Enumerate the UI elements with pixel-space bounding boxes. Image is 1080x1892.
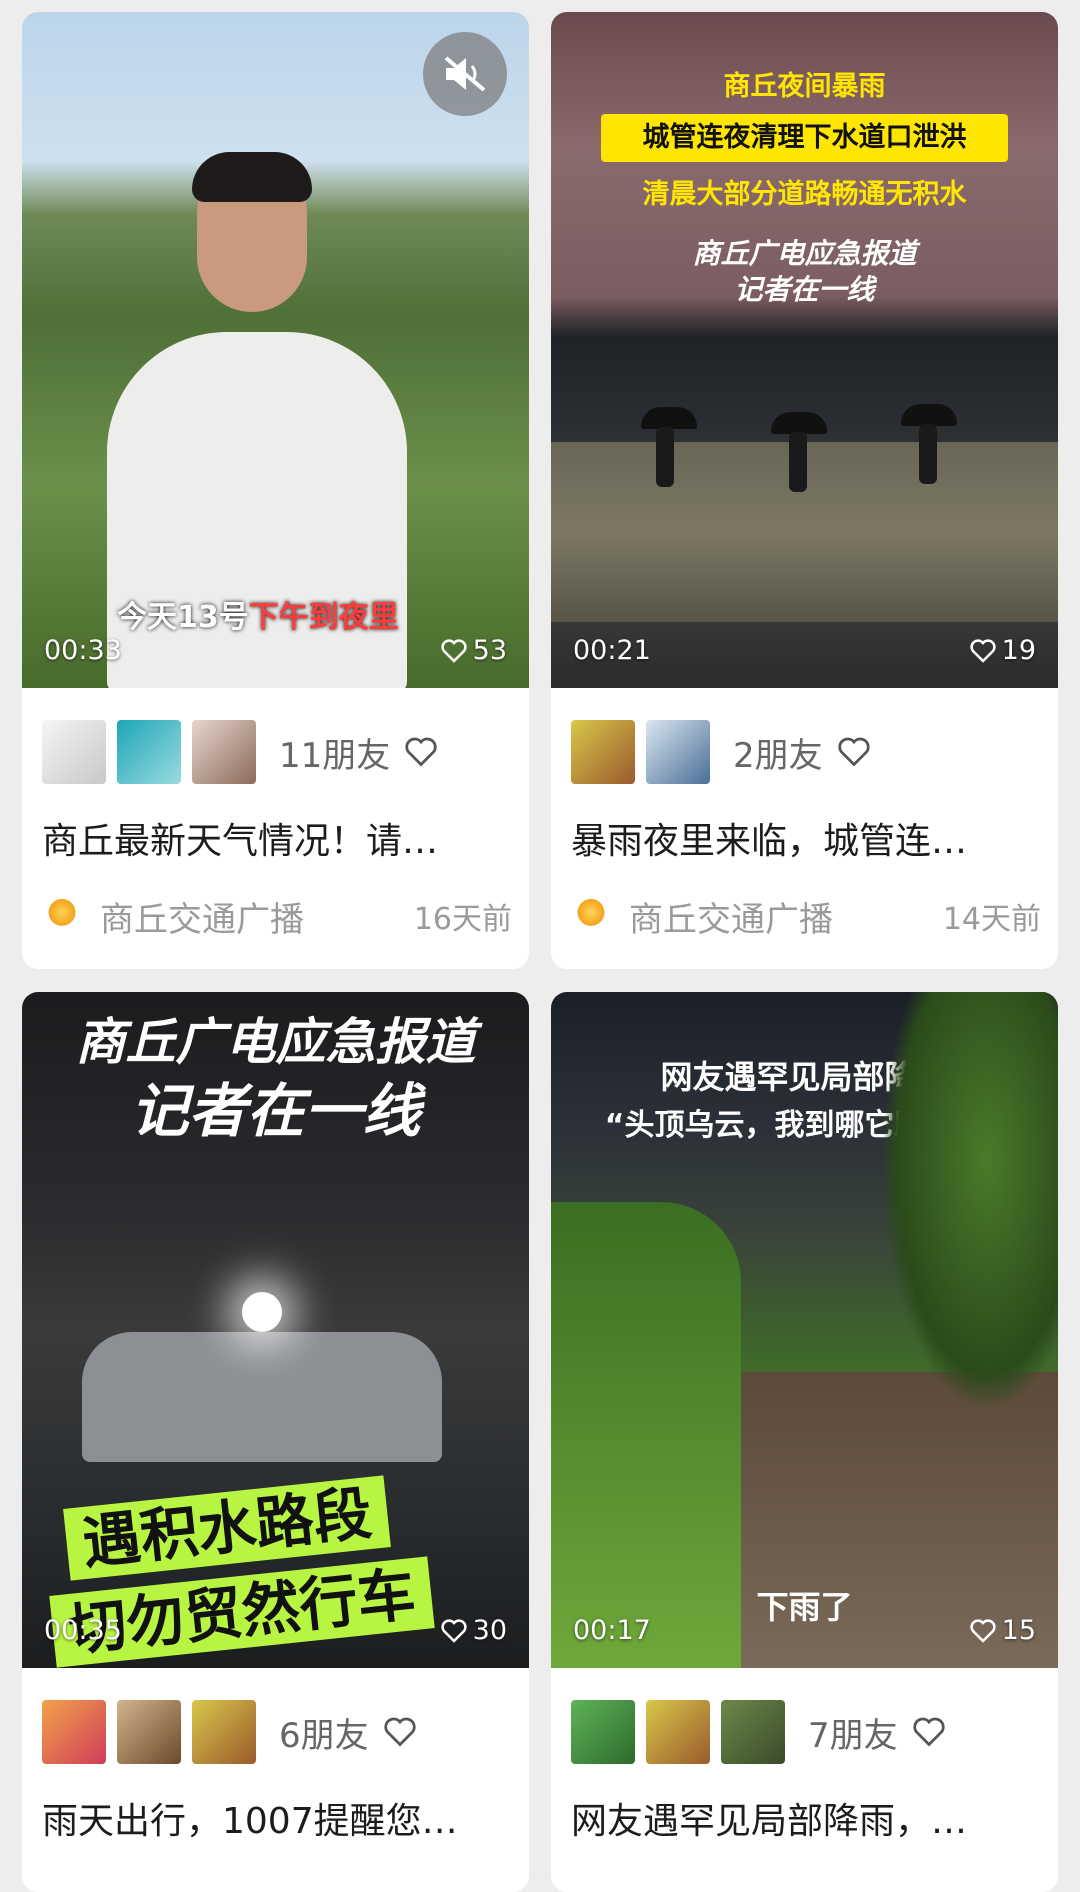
- like-count: 53: [441, 635, 507, 666]
- post-time: 16天前: [413, 902, 512, 937]
- umbrella: [771, 412, 827, 434]
- friend-avatar: [117, 1700, 181, 1764]
- video-duration: 00:17: [573, 1615, 651, 1646]
- heart-outline-icon[interactable]: [837, 737, 871, 767]
- caption-highlight: 城管连夜清理下水道口泄洪: [601, 114, 1008, 162]
- logo-text: 记者在一线: [734, 273, 875, 306]
- pedestrian: [656, 427, 674, 487]
- friend-avatar: [571, 720, 635, 784]
- logo-text: 记者在一线: [130, 1077, 421, 1145]
- source-name: 商丘交通广播: [629, 899, 833, 940]
- video-card[interactable]: 网友遇罕见局部降雨 “头顶乌云，我到哪它跟到哪” 下雨了 00:17 15 7朋…: [551, 992, 1058, 1892]
- friend-avatar: [192, 1700, 256, 1764]
- video-duration: 00:35: [44, 1615, 122, 1646]
- subtitle-white: 今天13号: [117, 600, 249, 635]
- heart-outline-icon[interactable]: [912, 1717, 946, 1747]
- video-thumbnail[interactable]: 商丘夜间暴雨 城管连夜清理下水道口泄洪 清晨大部分道路畅通无积水 商丘广电应急报…: [551, 12, 1058, 688]
- friends-count: 6朋友: [279, 1715, 369, 1756]
- video-title[interactable]: 暴雨夜里来临，城管连…: [571, 812, 1041, 864]
- friend-avatar: [192, 720, 256, 784]
- post-time: 14天前: [942, 902, 1041, 937]
- video-feed-grid: 今天13号下午到夜里 00:33 53 11朋友 商丘最新天气情况！请… 商丘交…: [0, 0, 1080, 1892]
- video-thumbnail[interactable]: 今天13号下午到夜里 00:33 53: [22, 12, 529, 688]
- friend-avatar: [42, 720, 106, 784]
- video-duration: 00:33: [44, 635, 122, 666]
- heart-outline-icon: [441, 638, 467, 663]
- video-title[interactable]: 网友遇罕见局部降雨，…: [571, 1792, 1041, 1844]
- friend-avatar: [646, 720, 710, 784]
- flooded-car: [82, 1332, 442, 1462]
- heart-outline-icon[interactable]: [404, 737, 438, 767]
- video-thumbnail[interactable]: 网友遇罕见局部降雨 “头顶乌云，我到哪它跟到哪” 下雨了 00:17 15: [551, 992, 1058, 1668]
- caption-line: 清晨大部分道路畅通无积水: [642, 179, 967, 210]
- subtitle-red: 下午到夜里: [248, 600, 399, 635]
- friend-avatar: [117, 720, 181, 784]
- like-count-value: 30: [472, 1615, 507, 1646]
- friends-count: 11朋友: [279, 735, 391, 776]
- subtitle-caption: 今天13号下午到夜里: [117, 592, 399, 636]
- friend-avatar: [571, 1700, 635, 1764]
- video-thumbnail[interactable]: 商丘广电应急报道 记者在一线 遇积水路段 切勿贸然行车 00:35 30: [22, 992, 529, 1668]
- friend-avatar: [646, 1700, 710, 1764]
- friends-row[interactable]: 2朋友: [571, 720, 871, 784]
- video-card[interactable]: 商丘广电应急报道 记者在一线 遇积水路段 切勿贸然行车 00:35 30 6朋友…: [22, 992, 529, 1892]
- heart-outline-icon: [441, 1618, 467, 1643]
- logo-text: 商丘广电应急报道: [692, 237, 917, 270]
- video-title[interactable]: 雨天出行，1007提醒您…: [42, 1792, 512, 1844]
- like-count-value: 15: [1001, 1615, 1036, 1646]
- like-count: 30: [441, 1615, 507, 1646]
- friend-avatar: [42, 1700, 106, 1764]
- friends-row[interactable]: 7朋友: [571, 1700, 946, 1764]
- like-count-value: 19: [1001, 635, 1036, 666]
- source-row[interactable]: 商丘交通广播 16天前: [42, 892, 512, 940]
- source-logo-icon: [42, 898, 82, 934]
- street-light: [242, 1292, 282, 1332]
- mute-button[interactable]: [423, 32, 507, 116]
- friends-row[interactable]: 6朋友: [42, 1700, 417, 1764]
- pedestrian: [919, 424, 937, 484]
- trees: [881, 992, 1058, 1412]
- heart-outline-icon: [970, 638, 996, 663]
- source-logo-icon: [571, 898, 611, 934]
- video-title[interactable]: 商丘最新天气情况！请…: [42, 812, 512, 864]
- friends-count: 2朋友: [733, 735, 823, 776]
- like-count: 15: [970, 1615, 1036, 1646]
- source-name: 商丘交通广播: [100, 899, 304, 940]
- video-card[interactable]: 今天13号下午到夜里 00:33 53 11朋友 商丘最新天气情况！请… 商丘交…: [22, 12, 529, 969]
- friend-avatar: [721, 1700, 785, 1764]
- caption-line: 商丘夜间暴雨: [723, 71, 886, 102]
- like-count-value: 53: [472, 635, 507, 666]
- umbrella: [641, 407, 697, 429]
- thumbnail-person-hair: [192, 152, 312, 202]
- video-duration: 00:21: [573, 635, 651, 666]
- pedestrian: [789, 432, 807, 492]
- friends-row[interactable]: 11朋友: [42, 720, 438, 784]
- speaker-muted-icon: [444, 56, 486, 92]
- heart-outline-icon[interactable]: [383, 1717, 417, 1747]
- umbrella: [901, 404, 957, 426]
- friends-count: 7朋友: [808, 1715, 898, 1756]
- video-card[interactable]: 商丘夜间暴雨 城管连夜清理下水道口泄洪 清晨大部分道路畅通无积水 商丘广电应急报…: [551, 12, 1058, 969]
- like-count: 19: [970, 635, 1036, 666]
- source-row[interactable]: 商丘交通广播 14天前: [571, 892, 1041, 940]
- heart-outline-icon: [970, 1618, 996, 1643]
